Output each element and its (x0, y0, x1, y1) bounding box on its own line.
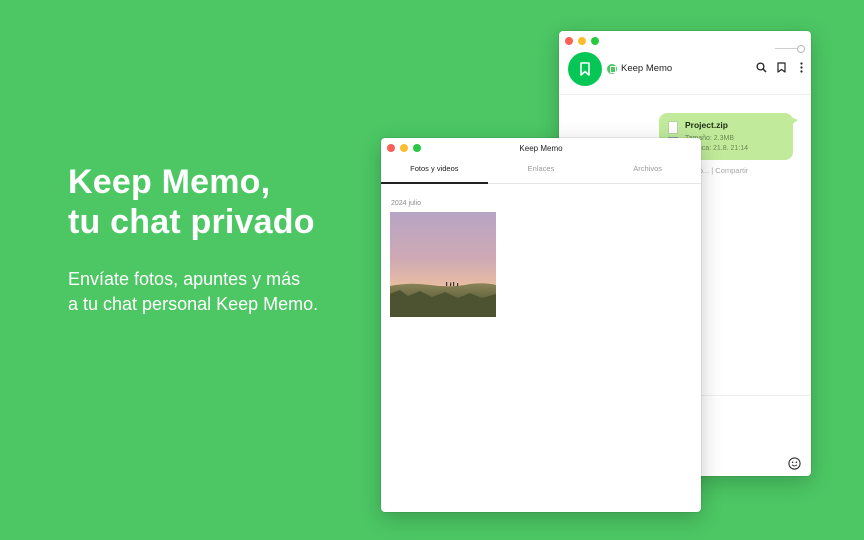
tab-files[interactable]: Archivos (594, 157, 701, 183)
photo-thumbnail[interactable] (390, 212, 496, 317)
chat-name[interactable]: Keep Memo (621, 63, 672, 74)
hero-title-line1: Keep Memo, (68, 163, 271, 201)
hero-title: Keep Memo, tu chat privado (68, 162, 315, 242)
minimize-button[interactable] (578, 37, 586, 45)
zoom-button[interactable] (591, 37, 599, 45)
hero-subtitle-line2: a tu chat personal Keep Memo. (68, 294, 319, 314)
hero-subtitle: Envíate fotos, apuntes y más a tu chat p… (68, 267, 318, 317)
avatar[interactable] (568, 52, 602, 86)
media-window: Keep Memo Fotos y videos Enlaces Archivo… (381, 138, 701, 512)
file-name: Project.zip (685, 120, 728, 130)
search-icon[interactable] (755, 61, 767, 73)
chat-header: Keep Memo (559, 49, 811, 95)
more-options-icon[interactable] (795, 61, 807, 73)
hero-title-line2: tu chat privado (68, 203, 315, 241)
window-controls (565, 37, 599, 45)
window-title: Keep Memo (519, 144, 563, 153)
hero-subtitle-line1: Envíate fotos, apuntes y más (68, 269, 301, 289)
emoji-icon[interactable] (788, 457, 801, 470)
media-tabs: Fotos y videos Enlaces Archivos (381, 157, 701, 184)
keep-memo-badge-icon (607, 64, 617, 74)
tab-links[interactable]: Enlaces (488, 157, 595, 183)
bookmark-outline-icon[interactable] (775, 61, 787, 73)
zip-file-icon (668, 121, 678, 134)
bookmark-icon (580, 62, 590, 76)
tab-photos-videos[interactable]: Fotos y videos (381, 157, 488, 184)
section-date: 2024 julio (391, 200, 421, 207)
close-button[interactable] (565, 37, 573, 45)
